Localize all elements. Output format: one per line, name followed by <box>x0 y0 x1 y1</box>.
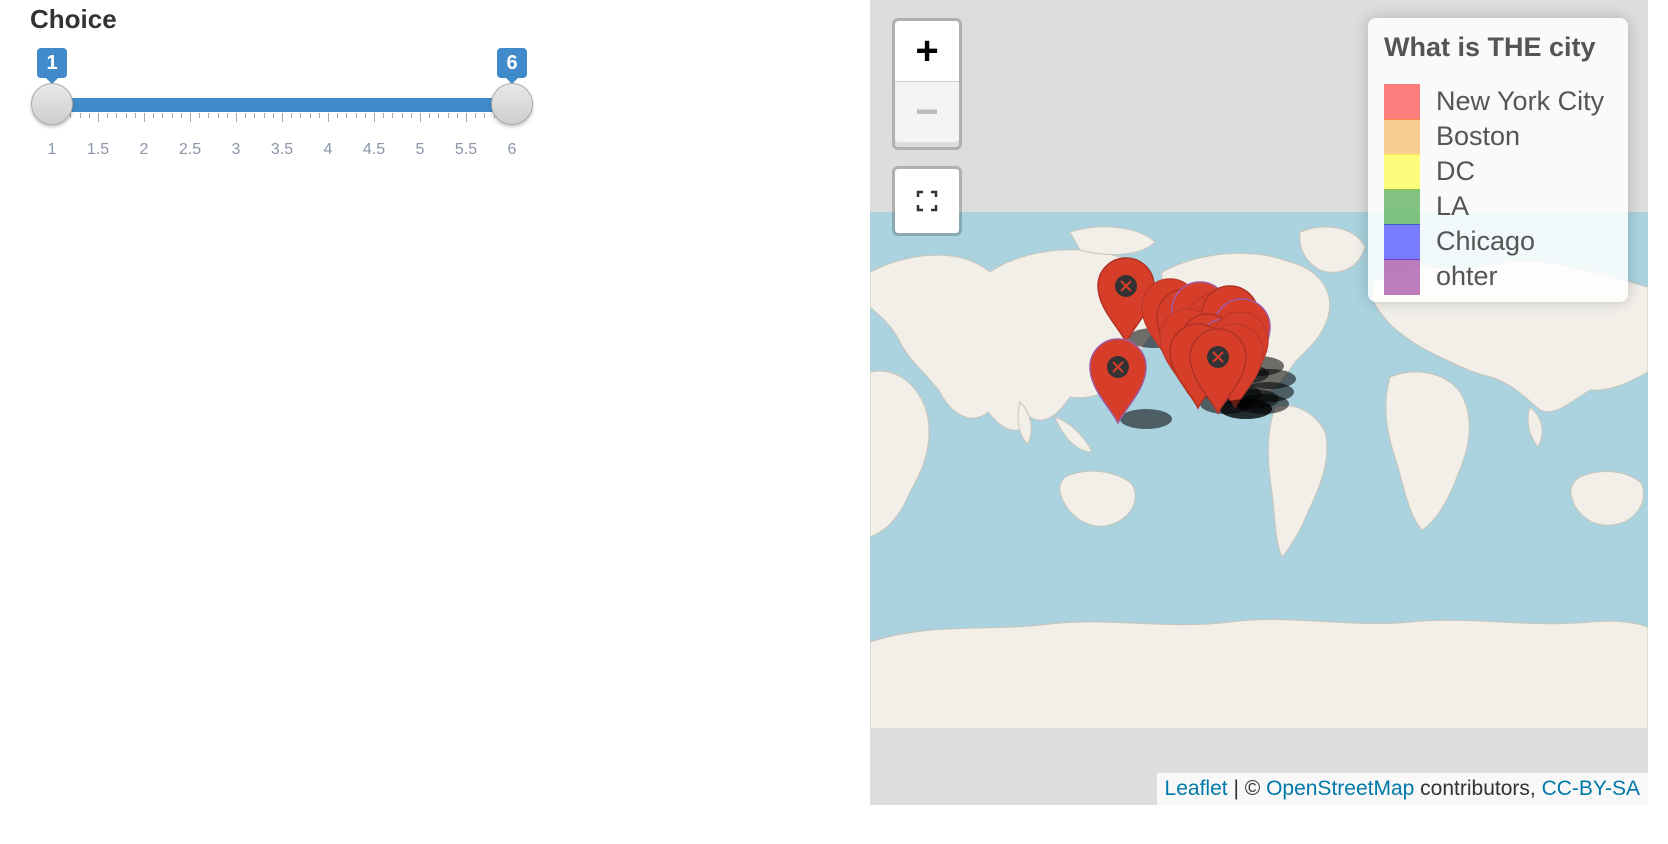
slider-tick-label: 5 <box>415 141 425 158</box>
slider-range-bar[interactable] <box>52 98 512 112</box>
slider-tick-label: 4 <box>323 141 333 158</box>
fullscreen-button[interactable] <box>892 166 962 236</box>
attribution-contributors: contributors, <box>1420 777 1536 800</box>
fullscreen-icon <box>916 190 938 212</box>
slider-major-tick <box>98 113 99 122</box>
slider-minor-tick <box>401 113 403 118</box>
slider-major-tick <box>328 113 329 122</box>
attribution-separator: | © <box>1233 777 1261 800</box>
leaflet-map[interactable]: + − What is THE city New York City Boston… <box>870 0 1648 805</box>
slider-minor-tick <box>484 113 486 118</box>
slider-tick-label: 2 <box>139 141 149 158</box>
slider-minor-tick <box>438 113 440 118</box>
slider-minor-tick <box>364 113 366 118</box>
slider-minor-tick <box>199 113 201 118</box>
openstreetmap-link[interactable]: OpenStreetMap <box>1266 777 1414 800</box>
slider-minor-tick <box>392 113 394 118</box>
slider-minor-tick <box>125 113 127 118</box>
slider-major-tick <box>190 113 191 122</box>
slider-minor-tick <box>162 113 164 118</box>
slider-tick-label: 6 <box>507 141 517 158</box>
slider-minor-tick <box>272 113 274 118</box>
slider-tick-label: 1 <box>47 141 57 158</box>
slider-minor-tick <box>116 113 118 118</box>
slider-minor-tick <box>134 113 136 118</box>
zoom-out-button[interactable]: − <box>895 82 959 142</box>
slider-minor-tick <box>226 113 228 118</box>
map-attribution: Leaflet | © OpenStreetMap contributors, … <box>1156 773 1648 805</box>
slider-major-tick <box>236 113 237 122</box>
legend-label: New York City <box>1436 86 1605 116</box>
slider-minor-tick <box>337 113 339 118</box>
slider-major-tick <box>374 113 375 122</box>
slider-from-handle[interactable] <box>31 83 73 125</box>
slider-minor-tick <box>410 113 412 118</box>
slider-minor-tick <box>217 113 219 118</box>
slider-minor-tick <box>245 113 247 118</box>
slider-minor-tick <box>208 113 210 118</box>
slider-major-tick <box>466 113 467 122</box>
slider-minor-tick <box>88 113 90 118</box>
slider-minor-tick <box>346 113 348 118</box>
slider-from-value: 1 <box>37 48 67 84</box>
slider-major-tick <box>420 113 421 122</box>
slider-minor-tick <box>309 113 311 118</box>
slider-minor-tick <box>447 113 449 118</box>
slider-minor-tick <box>355 113 357 118</box>
slider-minor-tick <box>79 113 81 118</box>
slider-tick-label: 4.5 <box>362 141 386 158</box>
slider-major-tick <box>144 113 145 122</box>
legend-swatch <box>1384 259 1420 295</box>
slider-tick-label: 5.5 <box>454 141 478 158</box>
slider-minor-tick <box>180 113 182 118</box>
slider-panel: Choice 1 1.5 2 2.5 3 3.5 4 4.5 5 5.5 6 1 6 <box>0 0 870 844</box>
slider-tick-label: 1.5 <box>86 141 110 158</box>
slider-tick-label: 3.5 <box>270 141 294 158</box>
map-legend: What is THE city New York City Boston DC LA… <box>1368 18 1628 302</box>
legend-item: Chicago <box>1384 224 1624 260</box>
slider-minor-tick <box>383 113 385 118</box>
slider-to-handle[interactable] <box>491 83 533 125</box>
slider-tick-label: 2.5 <box>178 141 202 158</box>
slider-tick-label: 3 <box>231 141 241 158</box>
slider-minor-tick <box>318 113 320 118</box>
zoom-in-button[interactable]: + <box>895 21 959 82</box>
slider-major-tick <box>282 113 283 122</box>
license-link[interactable]: CC-BY-SA <box>1542 777 1640 800</box>
legend-item: DC <box>1384 154 1624 190</box>
legend-swatch <box>1384 154 1420 190</box>
slider-minor-tick <box>153 113 155 118</box>
legend-swatch <box>1384 84 1420 120</box>
zoom-control: + − <box>892 18 962 150</box>
legend-item: ohter <box>1384 259 1624 295</box>
legend-swatch <box>1384 189 1420 225</box>
slider-label: Choice <box>30 4 117 34</box>
slider-minor-tick <box>429 113 431 118</box>
slider-minor-tick <box>107 113 109 118</box>
slider-minor-tick <box>254 113 256 118</box>
legend-swatch <box>1384 224 1420 260</box>
legend-title: What is THE city <box>1384 32 1596 62</box>
legend-label: LA <box>1436 191 1470 221</box>
legend-label: DC <box>1436 156 1475 186</box>
legend-label: ohter <box>1436 261 1498 291</box>
legend-item: LA <box>1384 189 1624 225</box>
slider-minor-tick <box>291 113 293 118</box>
legend-label: Boston <box>1436 121 1521 151</box>
slider-to-value: 6 <box>497 48 527 84</box>
slider-minor-tick <box>456 113 458 118</box>
slider-minor-tick <box>171 113 173 118</box>
legend-item: New York City <box>1384 84 1624 120</box>
leaflet-link[interactable]: Leaflet <box>1165 777 1228 800</box>
slider-minor-tick <box>300 113 302 118</box>
legend-item: Boston <box>1384 119 1624 155</box>
legend-swatch <box>1384 119 1420 155</box>
legend-label: Chicago <box>1436 226 1536 256</box>
slider-minor-tick <box>263 113 265 118</box>
slider-minor-tick <box>475 113 477 118</box>
